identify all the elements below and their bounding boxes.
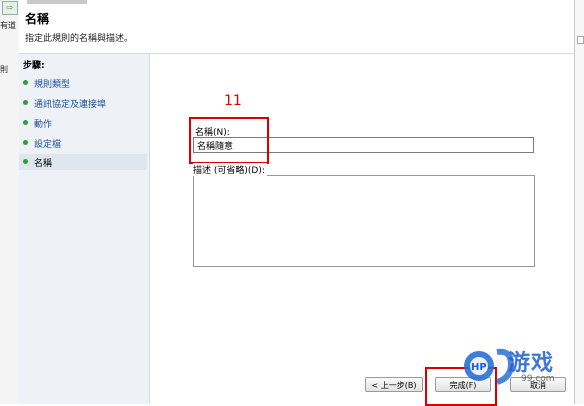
- new-rule-wizard: 名稱 指定此規則的名稱與描述。 步驟: 規則類型 通訊協定及連接埠 動作 設定檔…: [19, 0, 574, 406]
- background-window-strip: ⇨ 有道 則: [0, 0, 20, 404]
- annotation-highlight-box: [189, 117, 269, 164]
- step-protocol-ports[interactable]: 通訊協定及連接埠: [19, 95, 147, 111]
- step-bullet-icon: [23, 80, 28, 85]
- steps-title: 步驟:: [23, 61, 45, 71]
- step-label: 通訊協定及連接埠: [34, 100, 107, 110]
- step-action[interactable]: 動作: [19, 115, 147, 131]
- step-bullet-icon: [23, 140, 28, 145]
- watermark-url: 99.com: [521, 374, 555, 384]
- description-field-label: 描述 (可省略)(D):: [193, 163, 267, 176]
- step-label: 設定檔: [34, 140, 62, 150]
- step-label: 規則類型: [34, 80, 71, 90]
- annotation-step-number: 11: [224, 93, 242, 109]
- background-label: 則: [0, 65, 8, 74]
- annotation-highlight-box: [425, 367, 497, 406]
- step-name[interactable]: 名稱: [19, 154, 147, 170]
- wizard-header: 名稱 指定此規則的名稱與描述。: [19, 0, 574, 54]
- step-bullet-icon: [23, 159, 28, 164]
- shield-icon: ⇨: [2, 1, 18, 15]
- watermark-brand: 游戏: [508, 351, 555, 376]
- title-bar-remnant: [27, 0, 87, 4]
- back-button[interactable]: < 上一步(B): [365, 377, 423, 392]
- steps-panel: 步驟: 規則類型 通訊協定及連接埠 動作 設定檔 名稱: [19, 54, 150, 404]
- description-field[interactable]: [193, 175, 535, 267]
- background-window-right-strip: [574, 0, 584, 404]
- page-title: 名稱: [25, 12, 50, 26]
- step-label: 名稱: [34, 159, 53, 169]
- scroll-arrow-icon[interactable]: [577, 36, 584, 44]
- step-bullet-icon: [23, 120, 28, 125]
- step-rule-type[interactable]: 規則類型: [19, 75, 147, 91]
- background-label: 有道: [0, 21, 16, 30]
- page-subtitle: 指定此規則的名稱與描述。: [25, 34, 134, 44]
- step-bullet-icon: [23, 100, 28, 105]
- step-label: 動作: [34, 120, 53, 130]
- step-profile[interactable]: 設定檔: [19, 135, 147, 151]
